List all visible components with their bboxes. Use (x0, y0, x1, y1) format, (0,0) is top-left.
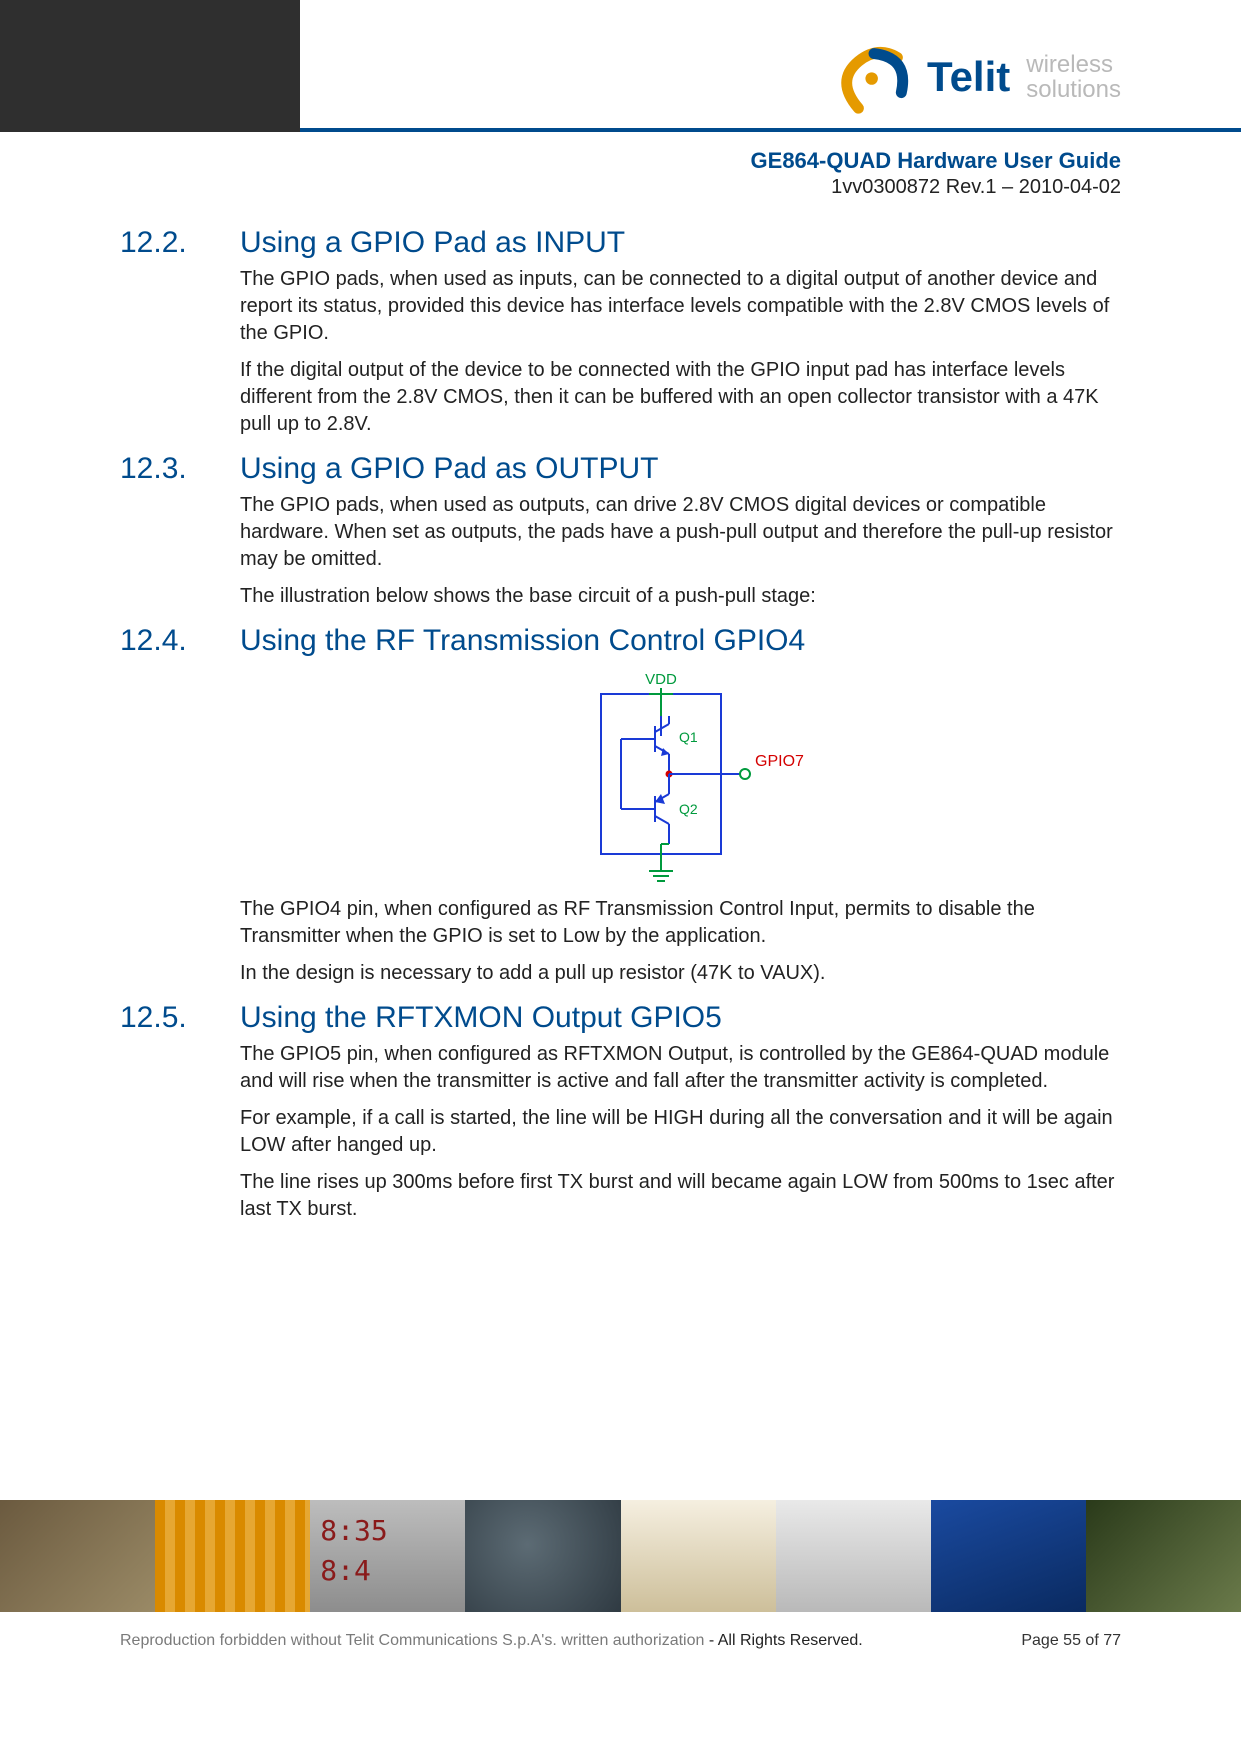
footer-page: Page 55 of 77 (1021, 1632, 1121, 1650)
section-12-5: 12.5. Using the RFTXMON Output GPIO5 The… (120, 997, 1121, 1223)
brand-logo: Telit wireless solutions (831, 38, 1121, 116)
footer-text: Reproduction forbidden without Telit Com… (120, 1632, 1121, 1650)
brand-name: Telit (927, 53, 1010, 101)
brand-tagline-line2: solutions (1026, 77, 1121, 102)
footer-tile (155, 1500, 310, 1612)
brand-tagline: wireless solutions (1026, 52, 1121, 102)
footer-tile (0, 1500, 155, 1612)
paragraph: If the digital output of the device to b… (240, 357, 1121, 438)
doc-meta: GE864-QUAD Hardware User Guide 1vv030087… (751, 148, 1121, 199)
footer-tile: 8:35 8:4 (310, 1500, 465, 1612)
section-title: Using the RF Transmission Control GPIO4 (240, 620, 1121, 658)
paragraph: The GPIO5 pin, when configured as RFTXMO… (240, 1041, 1121, 1095)
header-dark-block (0, 0, 300, 128)
footer-image-strip: 8:35 8:4 (0, 1500, 1241, 1612)
paragraph: In the design is necessary to add a pull… (240, 960, 1121, 987)
paragraph: The line rises up 300ms before first TX … (240, 1169, 1121, 1223)
paragraph: The GPIO pads, when used as outputs, can… (240, 492, 1121, 573)
paragraph: The GPIO4 pin, when configured as RF Tra… (240, 896, 1121, 950)
section-number: 12.3. (120, 448, 230, 486)
footer-tile (931, 1500, 1086, 1612)
section-12-4: 12.4. Using the RF Transmission Control … (120, 620, 1121, 987)
section-title: Using a GPIO Pad as OUTPUT (240, 448, 1121, 486)
paragraph: For example, if a call is started, the l… (240, 1105, 1121, 1159)
diagram-q2-label: Q2 (679, 801, 698, 817)
doc-title: GE864-QUAD Hardware User Guide (751, 148, 1121, 174)
footer-rights: - All Rights Reserved. (704, 1632, 862, 1649)
footer-tile (1086, 1500, 1241, 1612)
footer-reproduction: Reproduction forbidden without Telit Com… (120, 1632, 704, 1649)
diagram-q1-label: Q1 (679, 729, 698, 745)
footer-tile (465, 1500, 620, 1612)
header-rule (0, 128, 1241, 132)
section-number: 12.2. (120, 222, 230, 260)
section-number: 12.5. (120, 997, 230, 1035)
push-pull-diagram: VDD Q1 GPIO7 (240, 666, 1121, 886)
footer-tile (621, 1500, 776, 1612)
section-title: Using a GPIO Pad as INPUT (240, 222, 1121, 260)
paragraph: The illustration below shows the base ci… (240, 583, 1121, 610)
doc-revision: 1vv0300872 Rev.1 – 2010-04-02 (751, 176, 1121, 199)
page-content: 12.2. Using a GPIO Pad as INPUT The GPIO… (120, 212, 1121, 1223)
footer-tile (776, 1500, 931, 1612)
section-title: Using the RFTXMON Output GPIO5 (240, 997, 1121, 1035)
logo-icon (831, 38, 917, 116)
brand-tagline-line1: wireless (1026, 52, 1121, 77)
section-12-3: 12.3. Using a GPIO Pad as OUTPUT The GPI… (120, 448, 1121, 610)
section-number: 12.4. (120, 620, 230, 658)
diagram-out-label: GPIO7 (755, 753, 804, 770)
section-12-2: 12.2. Using a GPIO Pad as INPUT The GPIO… (120, 222, 1121, 438)
paragraph: The GPIO pads, when used as inputs, can … (240, 266, 1121, 347)
diagram-vdd-label: VDD (645, 671, 677, 688)
